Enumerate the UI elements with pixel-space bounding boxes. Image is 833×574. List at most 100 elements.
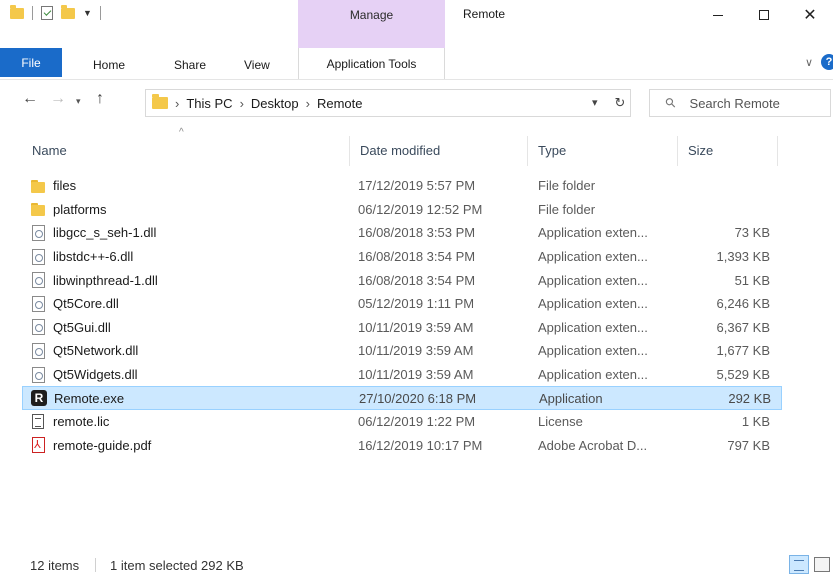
customize-toolbar-dropdown-icon[interactable]: ▼ xyxy=(83,8,92,18)
file-type: File folder xyxy=(538,178,596,194)
search-box[interactable]: ⚲ xyxy=(649,89,831,117)
file-date-modified: 27/10/2020 6:18 PM xyxy=(359,390,477,406)
file-name: Remote.exe xyxy=(54,390,125,406)
tab-application-tools[interactable]: Application Tools xyxy=(298,48,445,79)
tab-file[interactable]: File xyxy=(0,48,62,77)
file-type: File folder xyxy=(538,201,596,217)
file-row[interactable]: R Remote.exe 27/10/2020 6:18 PM Application… xyxy=(22,386,782,410)
file-row[interactable]: platforms 06/12/2019 12:52 PM File folder xyxy=(22,198,782,222)
ribbon-right-controls: ∨ ? xyxy=(805,54,833,70)
column-header-size[interactable]: Size xyxy=(678,136,778,166)
file-name-cell: R Remote.exe xyxy=(31,387,124,409)
file-row[interactable]: Qt5Network.dll 10/11/2019 3:59 AM Applicat… xyxy=(22,339,782,363)
file-name-cell: Qt5Core.dll xyxy=(30,292,119,316)
file-type: Application exten... xyxy=(538,225,648,241)
breadcrumb-this-pc[interactable]: This PC xyxy=(186,96,232,111)
column-name-label: Name xyxy=(32,143,67,158)
file-date-modified: 10/11/2019 3:59 AM xyxy=(358,343,474,359)
maximize-button[interactable] xyxy=(741,0,787,30)
file-row[interactable]: Qt5Gui.dll 10/11/2019 3:59 AM Application … xyxy=(22,316,782,340)
item-count: 12 items xyxy=(30,558,80,573)
details-view-icon[interactable] xyxy=(789,555,809,574)
recent-locations-chevron-icon[interactable]: ▾ xyxy=(76,96,81,107)
file-row[interactable]: libgcc_s_seh-1.dll 16/08/2018 3:53 PM Appl… xyxy=(22,221,782,245)
navigation-bar: ← → ▾ ↑ › This PC › Desktop › Remote ▾ ↻… xyxy=(0,80,833,124)
address-bar[interactable]: › This PC › Desktop › Remote xyxy=(145,89,631,117)
contextual-tab-group: Manage xyxy=(298,0,445,50)
file-name-cell: files xyxy=(30,174,76,198)
properties-icon[interactable] xyxy=(41,6,53,20)
file-name: libwinpthread-1.dll xyxy=(53,272,158,288)
folder-icon[interactable] xyxy=(10,4,24,19)
column-header-type[interactable]: Type xyxy=(528,136,678,166)
file-name: remote-guide.pdf xyxy=(53,437,152,453)
manage-label: Manage xyxy=(349,8,394,22)
file-name: Qt5Network.dll xyxy=(53,343,139,359)
dll-icon xyxy=(32,319,45,336)
file-date-modified: 16/08/2018 3:54 PM xyxy=(358,249,476,265)
file-name-cell: Qt5Network.dll xyxy=(30,339,138,363)
dll-icon xyxy=(32,224,45,241)
breadcrumb-remote[interactable]: Remote xyxy=(317,96,363,111)
forward-arrow-icon[interactable]: → xyxy=(50,90,66,108)
file-row[interactable]: Qt5Core.dll 05/12/2019 1:11 PM Application… xyxy=(22,292,782,316)
minimize-button[interactable] xyxy=(695,0,741,30)
file-row[interactable]: remote.lic 06/12/2019 1:22 PM License 1 KB xyxy=(22,410,782,434)
file-size xyxy=(678,174,770,198)
file-name-cell: libwinpthread-1.dll xyxy=(30,268,158,292)
breadcrumb-separator-icon[interactable]: › xyxy=(306,96,310,111)
search-input[interactable] xyxy=(689,95,810,111)
file-name-cell: remote.lic xyxy=(30,410,109,434)
expand-ribbon-chevron-icon[interactable]: ∨ xyxy=(805,56,813,69)
file-name-cell: Qt5Gui.dll xyxy=(30,316,111,340)
file-type: Application exten... xyxy=(538,343,648,359)
file-name-cell: remote-guide.pdf xyxy=(30,434,151,458)
file-name: Qt5Gui.dll xyxy=(53,319,111,335)
file-size: 51 KB xyxy=(734,272,770,288)
large-icons-view-icon[interactable] xyxy=(814,557,830,572)
maximize-icon xyxy=(759,10,769,20)
file-row[interactable]: files 17/12/2019 5:57 PM File folder xyxy=(22,174,782,198)
file-size: 73 KB xyxy=(734,225,770,241)
file-row[interactable]: Qt5Widgets.dll 10/11/2019 3:59 AM Applicat… xyxy=(22,363,782,387)
sort-ascending-icon: ^ xyxy=(179,127,184,138)
file-row[interactable]: libwinpthread-1.dll 16/08/2018 3:54 PM App… xyxy=(22,268,782,292)
back-arrow-icon[interactable]: ← xyxy=(22,90,38,108)
toolbar-divider xyxy=(99,6,101,20)
new-folder-icon[interactable] xyxy=(61,4,75,19)
file-date-modified: 16/08/2018 3:54 PM xyxy=(358,272,476,288)
file-name-cell: libstdc++-6.dll xyxy=(30,245,133,269)
tab-share[interactable]: Share xyxy=(174,50,206,80)
dll-icon xyxy=(32,295,45,312)
dll-icon xyxy=(32,366,45,383)
file-date-modified: 06/12/2019 12:52 PM xyxy=(358,201,483,217)
breadcrumb-separator-icon[interactable]: › xyxy=(175,96,179,111)
app-icon: R xyxy=(31,390,47,407)
file-row[interactable]: libstdc++-6.dll 16/08/2018 3:54 PM Applica… xyxy=(22,245,782,269)
dll-icon xyxy=(32,248,45,265)
file-name: libstdc++-6.dll xyxy=(53,249,134,265)
up-arrow-icon[interactable]: ↑ xyxy=(96,90,104,108)
column-header-date-modified[interactable]: Date modified xyxy=(350,136,528,166)
tab-view[interactable]: View xyxy=(244,50,270,80)
file-date-modified: 17/12/2019 5:57 PM xyxy=(358,178,476,194)
breadcrumb-separator-icon[interactable]: › xyxy=(240,96,244,111)
close-icon: ✕ xyxy=(803,7,817,24)
refresh-icon[interactable]: ↻ xyxy=(609,89,631,117)
column-header-name[interactable]: Name ^ xyxy=(22,127,350,166)
license-file-icon xyxy=(32,414,44,430)
ribbon-tabs: File Home Share View Application Tools ∨… xyxy=(0,48,833,80)
file-size: 1 KB xyxy=(741,414,770,430)
file-date-modified: 16/08/2018 3:53 PM xyxy=(358,225,476,241)
file-name-cell: platforms xyxy=(30,198,106,222)
window-title: Remote xyxy=(463,7,506,21)
file-date-modified: 05/12/2019 1:11 PM xyxy=(358,296,475,312)
address-dropdown-icon[interactable]: ▾ xyxy=(592,96,598,109)
breadcrumb-desktop[interactable]: Desktop xyxy=(251,96,299,111)
file-type: Application xyxy=(539,390,603,406)
file-name: platforms xyxy=(53,201,107,217)
help-icon[interactable]: ? xyxy=(821,54,833,70)
file-row[interactable]: remote-guide.pdf 16/12/2019 10:17 PM Adobe… xyxy=(22,434,782,458)
tab-home[interactable]: Home xyxy=(93,50,125,80)
close-button[interactable]: ✕ xyxy=(787,0,833,30)
